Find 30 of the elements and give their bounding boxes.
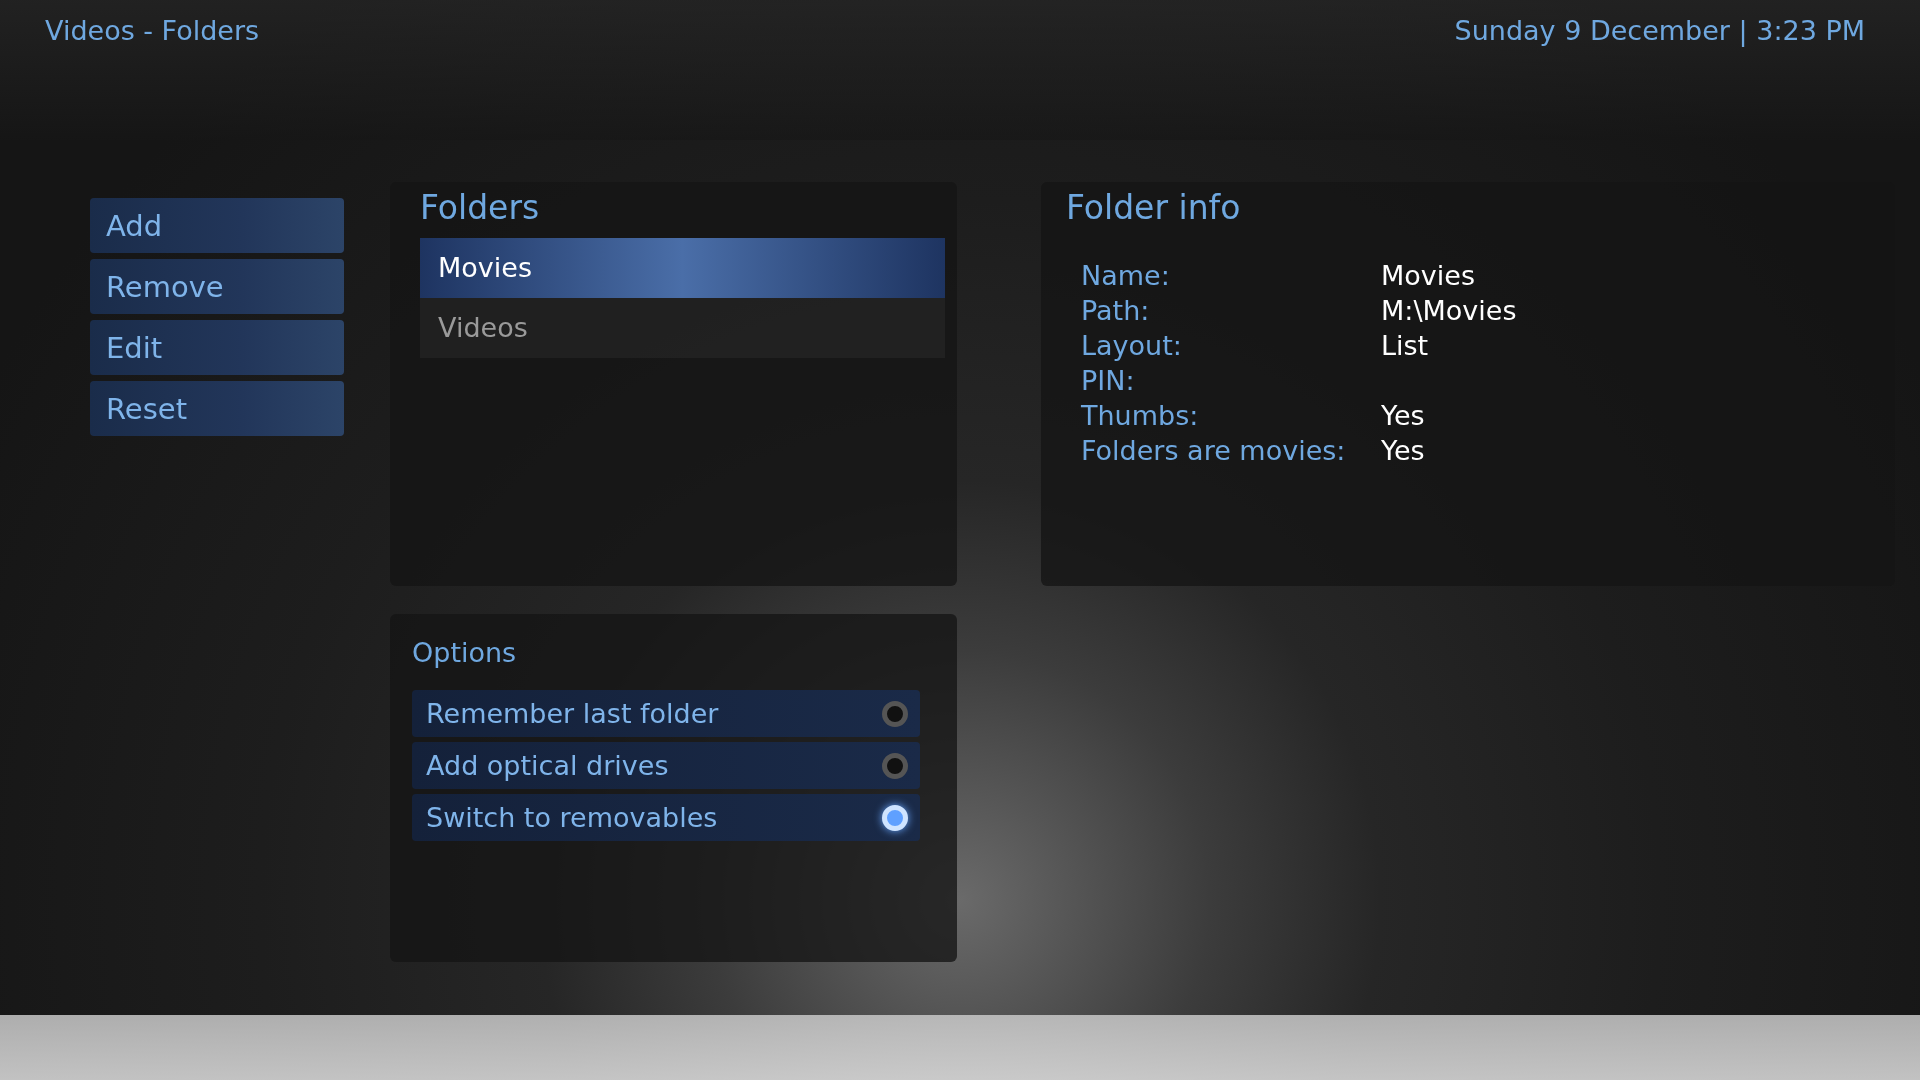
radio-indicator[interactable] bbox=[882, 700, 908, 727]
folder-item[interactable]: Videos bbox=[420, 298, 945, 358]
action-button[interactable]: Edit bbox=[90, 320, 344, 375]
info-label: PIN: bbox=[1081, 364, 1136, 398]
info-value: Yes bbox=[1381, 434, 1426, 468]
date-time: Sunday 9 December | 3:23 PM bbox=[1454, 14, 1865, 48]
option-label: Remember last folder bbox=[426, 698, 719, 729]
info-label: Path: bbox=[1081, 294, 1151, 328]
screen-title: Videos - Folders bbox=[45, 14, 260, 48]
option-label: Add optical drives bbox=[426, 750, 669, 781]
radio-indicator[interactable] bbox=[882, 752, 908, 779]
option-row[interactable]: Switch to removables bbox=[412, 794, 920, 841]
folder-item[interactable]: Movies bbox=[420, 238, 945, 298]
info-label: Layout: bbox=[1081, 329, 1183, 363]
option-label: Switch to removables bbox=[426, 802, 718, 833]
info-label: Name: bbox=[1081, 259, 1171, 293]
action-button[interactable]: Add bbox=[90, 198, 344, 253]
panel-title: Folder info bbox=[1066, 187, 1242, 229]
action-button[interactable]: Remove bbox=[90, 259, 344, 314]
info-label: Folders are movies: bbox=[1081, 434, 1347, 468]
info-value: Movies bbox=[1381, 259, 1476, 293]
panel-title: Options bbox=[412, 636, 518, 670]
info-value: Yes bbox=[1381, 399, 1426, 433]
option-row[interactable]: Remember last folder bbox=[412, 690, 920, 737]
action-button[interactable]: Reset bbox=[90, 381, 344, 436]
info-value: List bbox=[1381, 329, 1430, 363]
panel-title: Folders bbox=[420, 187, 541, 229]
info-value: M:\Movies bbox=[1381, 294, 1518, 328]
info-label: Thumbs: bbox=[1081, 399, 1200, 433]
option-row[interactable]: Add optical drives bbox=[412, 742, 920, 789]
